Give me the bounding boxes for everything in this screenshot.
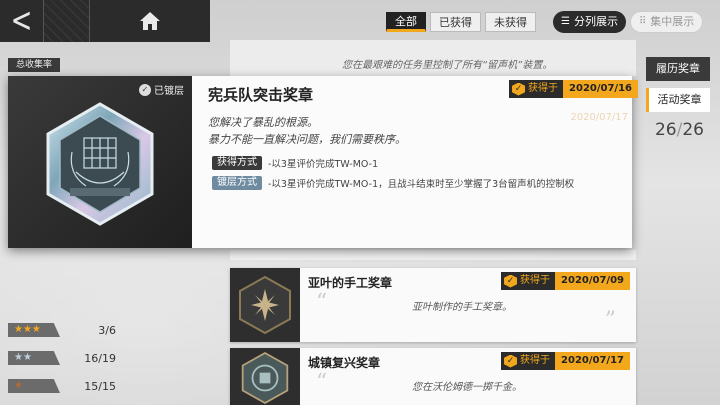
- medal-icon-town: [230, 348, 300, 405]
- check-icon: ✓: [504, 274, 518, 288]
- detail-desc-line-2: 暴力不能一直解决问题，我们需要秩序。: [208, 133, 406, 146]
- medal-card[interactable]: 城镇复兴奖章 “ 您在沃伦姆德一掷千金。 ✓ 获得于 2020/07/17: [230, 348, 636, 405]
- plating-method-row: 镀层方式 -以3星评价完成TW-MO-1，且战斗结束时至少掌握了3台留声机的控制…: [212, 176, 574, 190]
- detail-medal-frame: ✓ 已镀层: [8, 76, 192, 248]
- obtained-label: ✓ 获得于: [509, 80, 564, 98]
- plating-method-text: -以3星评价完成TW-MO-1，且战斗结束时至少掌握了3台留声机的控制权: [268, 179, 575, 190]
- check-icon: ✓: [512, 82, 526, 96]
- detail-desc-line-1: 您解决了暴乱的根源。: [208, 116, 318, 129]
- plating-method-label: 镀层方式: [212, 176, 262, 190]
- medal-count: 26/26: [655, 120, 704, 140]
- one-star-count: 15/15: [84, 379, 116, 393]
- medal-desc: 您在沃伦姆德一掷千金。: [412, 382, 522, 393]
- filter-tabs: 全部 已获得 未获得: [386, 12, 536, 32]
- detail-medal-title: 宪兵队突击奖章: [208, 86, 314, 104]
- detail-medal-desc: 您解决了暴乱的根源。 暴力不能一直解决问题，我们需要秩序。: [208, 114, 406, 148]
- list-view-button[interactable]: ☰ 分列展示: [553, 11, 626, 33]
- close-quote-icon: ”: [604, 308, 616, 333]
- plated-label: 已镀层: [154, 86, 184, 97]
- filter-obtained-tab[interactable]: 已获得: [430, 12, 481, 32]
- obtained-date-badge: ✓ 获得于 2020/07/17: [501, 352, 630, 370]
- obtained-date: 2020/07/16: [563, 80, 638, 98]
- list-view-label: 分列展示: [573, 15, 618, 28]
- grid-view-label: 集中展示: [650, 15, 695, 28]
- open-quote-icon: “: [316, 370, 328, 395]
- military-police-medal-icon: [46, 102, 154, 226]
- bg-medal-desc: 您在最艰难的任务里控制了所有“留声机”装置。: [342, 60, 553, 71]
- three-star-icon: ★★★: [8, 323, 60, 337]
- filter-not-obtained-tab[interactable]: 未获得: [485, 12, 536, 32]
- star-row-1: ★ 15/15: [8, 376, 120, 396]
- plated-badge: ✓ 已镀层: [139, 82, 184, 97]
- medal-card[interactable]: 亚叶的手工奖章 “ 亚叶制作的手工奖章。 ” ✓ 获得于 2020/07/09: [230, 268, 636, 342]
- obtain-method-text: -以3星评价完成TW-MO-1: [268, 159, 379, 170]
- star-row-2: ★★ 16/19: [8, 348, 120, 368]
- home-icon: [140, 12, 160, 30]
- one-star-icon: ★: [8, 379, 60, 393]
- town-medal-icon: [241, 351, 289, 405]
- list-icon: ☰: [561, 16, 570, 27]
- obtained-label: ✓ 获得于: [501, 272, 556, 290]
- filter-all-tab[interactable]: 全部: [386, 12, 426, 32]
- medal-desc: 亚叶制作的手工奖章。: [412, 302, 512, 313]
- star-row-3: ★★★ 3/6: [8, 320, 120, 340]
- grid-icon: ⠿: [638, 16, 647, 27]
- obtained-label: ✓ 获得于: [501, 352, 556, 370]
- grid-view-button[interactable]: ⠿ 集中展示: [629, 11, 704, 33]
- detail-obtained-date-badge: ✓ 获得于 2020/07/16: [509, 80, 638, 98]
- nav-decoration: [44, 0, 90, 42]
- back-arrow-icon: <: [10, 1, 33, 41]
- check-icon: ✓: [504, 354, 518, 368]
- obtain-method-label: 获得方式: [212, 156, 262, 170]
- open-quote-icon: “: [316, 290, 328, 315]
- behind-card-date: 2020/07/17: [570, 112, 628, 123]
- two-star-icon: ★★: [8, 351, 60, 365]
- collection-rate-label: 总收集率: [8, 58, 61, 72]
- medal-title: 亚叶的手工奖章: [308, 276, 393, 290]
- medal-title: 城镇复兴奖章: [308, 356, 381, 370]
- tab-history-medals[interactable]: 履历奖章: [646, 57, 710, 81]
- obtained-text: 获得于: [520, 355, 551, 366]
- three-star-count: 3/6: [98, 323, 116, 337]
- view-mode-toggle: ☰ 分列展示 ⠿ 集中展示: [553, 11, 704, 33]
- plated-check-icon: ✓: [139, 83, 151, 96]
- back-button[interactable]: <: [0, 0, 44, 42]
- obtained-text: 获得于: [520, 275, 551, 286]
- bg-medal-card-mid: [230, 250, 636, 260]
- top-nav: <: [0, 0, 210, 42]
- medal-count-current: 26: [654, 120, 677, 140]
- obtained-date: 2020/07/17: [555, 352, 630, 370]
- obtained-date: 2020/07/09: [555, 272, 630, 290]
- medal-detail-panel: ✓ 已镀层 宪兵队突击奖章 您解决了暴乱的根源。 暴力不能一直解决问题，我们需要…: [8, 76, 638, 248]
- tab-event-medals[interactable]: 活动奖章: [646, 88, 710, 112]
- medal-count-total: 26: [682, 120, 704, 140]
- two-star-count: 16/19: [84, 351, 116, 365]
- flower-medal-icon: [239, 275, 291, 335]
- obtained-date-badge: ✓ 获得于 2020/07/09: [501, 272, 630, 290]
- obtained-text: 获得于: [528, 83, 559, 94]
- home-button[interactable]: [90, 0, 210, 42]
- bg-medal-card-top: 您在最艰难的任务里控制了所有“留声机”装置。: [230, 40, 636, 76]
- obtain-method-row: 获得方式 -以3星评价完成TW-MO-1: [212, 156, 378, 170]
- medal-icon-ayer: [230, 268, 300, 342]
